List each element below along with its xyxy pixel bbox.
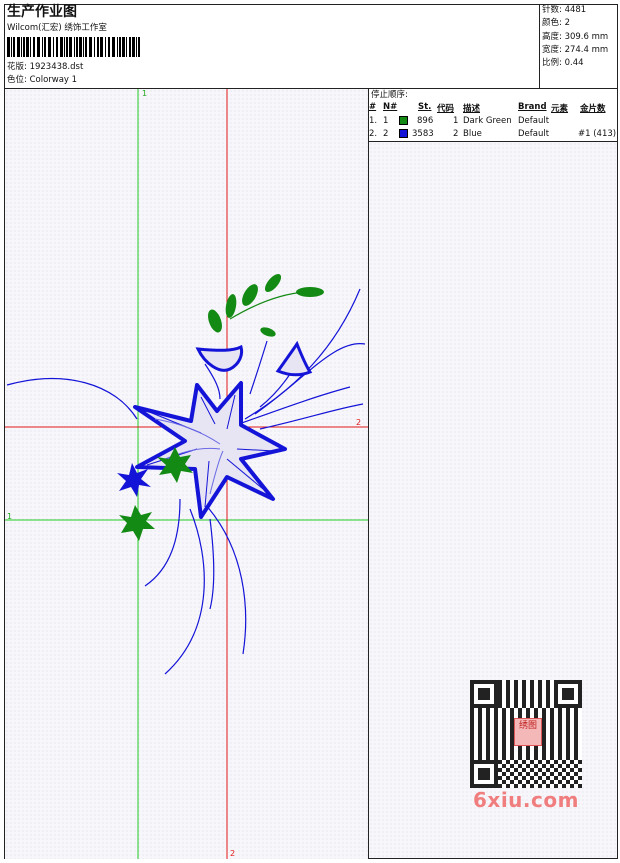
embroidery-preview: 1 1 2 2	[5, 89, 368, 859]
sheet-title: 生产作业图	[7, 4, 77, 20]
stat-height: 高度: 309.6 mm	[542, 32, 609, 42]
row-stitches: 3583	[412, 129, 434, 139]
col-header-description: 描述	[463, 104, 481, 114]
stat-colors: 颜色: 2	[542, 18, 570, 28]
design-row: 花版: 1923438.dst	[7, 62, 83, 73]
design-label: 花版:	[7, 62, 27, 72]
colorway-value: Colorway 1	[29, 75, 78, 85]
red-horizontal-label: 2	[356, 418, 361, 427]
colorway-row: 色位: Colorway 1	[7, 75, 77, 86]
watermark-logo: 绣图	[514, 718, 542, 746]
company-name: Wilcom(汇宏) 绣饰工作室	[7, 23, 107, 33]
blue-stems	[6, 288, 366, 675]
blue-star-flower	[133, 381, 287, 519]
col-header-stitches: St.	[418, 102, 432, 112]
row-brand: Default	[518, 129, 550, 139]
row-description: Blue	[463, 129, 482, 139]
design-canvas[interactable]: 1 1 2 2	[5, 89, 368, 859]
stat-width: 宽度: 274.4 mm	[542, 45, 609, 55]
row-sequins: #1 (413)	[578, 129, 617, 139]
col-header-code: 代码	[437, 104, 455, 114]
stat-stitches: 针数: 4481	[542, 5, 587, 15]
green-leaf-stem	[229, 291, 306, 320]
col-header-brand: Brand	[518, 102, 547, 112]
watermark-text: 6xiu.com	[473, 788, 579, 812]
red-vertical-label: 2	[230, 849, 235, 858]
colorway-label: 色位:	[7, 75, 27, 85]
row-n: 2	[383, 129, 389, 139]
design-value: 1923438.dst	[29, 62, 84, 72]
row-description: Dark Green	[463, 116, 512, 126]
color-swatch	[399, 116, 408, 125]
row-num: 2.	[369, 129, 378, 139]
row-brand: Default	[518, 116, 550, 126]
row-code: 2	[453, 129, 459, 139]
blue-bud-left	[195, 344, 244, 372]
color-swatch	[399, 129, 408, 138]
row-code: 1	[453, 116, 459, 126]
row-num: 1.	[369, 116, 378, 126]
stats-divider	[539, 4, 540, 89]
col-header-sequins: 金片数	[580, 104, 606, 114]
stop-sequence-title: 停止顺序:	[371, 90, 408, 100]
green-horizontal-label: 1	[7, 512, 12, 521]
row-stitches: 896	[417, 116, 434, 126]
green-vertical-label: 1	[142, 89, 147, 98]
col-header-n: N#	[383, 102, 398, 112]
col-header-num: #	[369, 102, 377, 112]
stat-scale: 比例: 0.44	[542, 58, 584, 68]
row-n: 1	[383, 116, 389, 126]
col-header-element: 元素	[551, 104, 569, 114]
barcode-icon	[7, 37, 140, 57]
blue-bud-right	[275, 340, 313, 377]
